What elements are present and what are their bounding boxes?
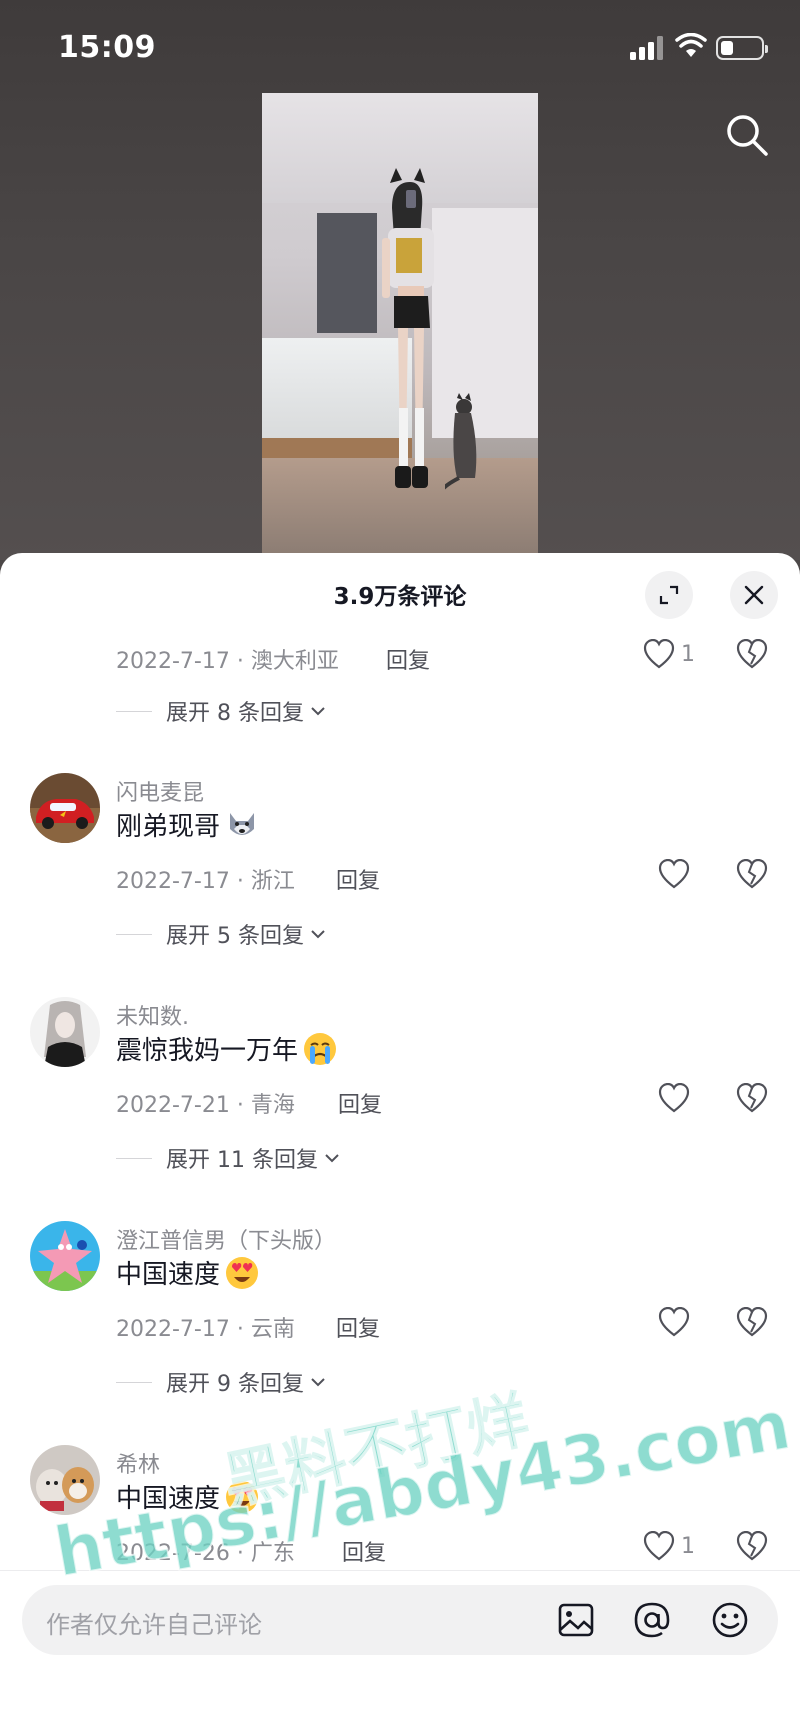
- like-button[interactable]: 1: [643, 1531, 695, 1561]
- expand-replies-label: 展开 8 条回复: [166, 701, 304, 726]
- mention-icon[interactable]: [632, 1600, 672, 1640]
- status-bar: 15:09: [0, 0, 800, 95]
- image-icon[interactable]: [556, 1600, 596, 1640]
- signal-icon: [630, 36, 666, 60]
- comment-username[interactable]: 澄江普信男（下头版）: [116, 1223, 336, 1255]
- expand-replies[interactable]: 展开 8 条回复: [116, 695, 326, 727]
- chevron-down-icon: [311, 707, 325, 716]
- dislike-icon[interactable]: [736, 639, 768, 669]
- dislike-icon[interactable]: [736, 859, 768, 889]
- input-divider: [0, 1570, 800, 1571]
- heart-icon: [643, 639, 675, 669]
- person-figure: [382, 168, 434, 488]
- reply-button[interactable]: 回复: [342, 1535, 386, 1567]
- comments-panel: 3.9万条评论 2022-7-17 · 澳大利亚 回复 1 展开 8 条回复 闪…: [0, 553, 800, 1731]
- expand-replies[interactable]: 展开 9 条回复: [116, 1366, 326, 1398]
- like-button[interactable]: [658, 1307, 690, 1337]
- panel-header: 3.9万条评论: [0, 553, 800, 633]
- comment-meta: 2022-7-21 · 青海: [116, 1093, 295, 1118]
- comment-text: 震惊我妈一万年: [116, 1030, 338, 1067]
- expand-replies-label: 展开 9 条回复: [166, 1372, 304, 1397]
- comment-username[interactable]: 未知数.: [116, 999, 189, 1031]
- chevron-down-icon: [325, 1154, 339, 1163]
- avatar[interactable]: [30, 1445, 100, 1515]
- dislike-icon[interactable]: [736, 1307, 768, 1337]
- dog-avatar-icon: [30, 1445, 100, 1515]
- reply-button[interactable]: 回复: [336, 1311, 380, 1343]
- expand-replies[interactable]: 展开 5 条回复: [116, 918, 326, 950]
- dislike-icon[interactable]: [736, 1531, 768, 1561]
- comment-text: 中国速度: [116, 1254, 260, 1291]
- chevron-down-icon: [311, 930, 325, 939]
- reply-button[interactable]: 回复: [336, 863, 380, 895]
- comment-text: 中国速度: [116, 1478, 260, 1515]
- avatar[interactable]: [30, 997, 100, 1067]
- dislike-icon[interactable]: [736, 1083, 768, 1113]
- heart-icon: [658, 1083, 690, 1113]
- comment-text-content: 震惊我妈一万年: [116, 1036, 299, 1066]
- heart-icon: [643, 1531, 675, 1561]
- status-time: 15:09: [58, 30, 156, 65]
- video-thumbnail[interactable]: [262, 93, 538, 560]
- battery-icon: [716, 36, 768, 60]
- comment-input-placeholder: 作者仅允许自己评论: [46, 1611, 262, 1639]
- expand-replies-label: 展开 11 条回复: [166, 1148, 318, 1173]
- cat-figure: [445, 393, 477, 490]
- comment-meta: 2022-7-17 · 云南: [116, 1317, 295, 1342]
- comment-text-content: 中国速度: [116, 1484, 221, 1514]
- wifi-icon: [675, 33, 707, 57]
- close-button[interactable]: [730, 571, 778, 619]
- heart-eyes-emoji-icon: [226, 1256, 259, 1289]
- comment-input-bar[interactable]: 作者仅允许自己评论: [22, 1585, 778, 1655]
- like-button[interactable]: 1: [643, 639, 695, 669]
- comment-meta: 2022-7-26 · 广东: [116, 1541, 295, 1566]
- close-icon: [744, 585, 764, 605]
- avatar[interactable]: [30, 1221, 100, 1291]
- video-background[interactable]: 15:09: [0, 0, 800, 560]
- search-icon[interactable]: [722, 110, 772, 160]
- comment-text-content: 中国速度: [116, 1260, 221, 1290]
- comment-username[interactable]: 希林: [116, 1447, 160, 1479]
- expand-icon: [659, 585, 679, 605]
- comment-username[interactable]: 闪电麦昆: [116, 775, 204, 807]
- avatar[interactable]: [30, 773, 100, 843]
- reply-button[interactable]: 回复: [386, 643, 430, 675]
- crying-emoji-icon: [304, 1032, 337, 1065]
- like-button[interactable]: [658, 859, 690, 889]
- expand-replies[interactable]: 展开 11 条回复: [116, 1142, 340, 1174]
- emoji-icon[interactable]: [710, 1600, 750, 1640]
- wolf-emoji-icon: [230, 812, 255, 835]
- like-button[interactable]: [658, 1083, 690, 1113]
- expand-replies-label: 展开 5 条回复: [166, 924, 304, 949]
- heart-icon: [658, 1307, 690, 1337]
- chevron-down-icon: [311, 1378, 325, 1387]
- expand-panel-button[interactable]: [645, 571, 693, 619]
- comment-text-content: 刚弟现哥: [116, 812, 221, 842]
- like-count: 1: [681, 641, 695, 667]
- comment-meta: 2022-7-17 · 澳大利亚: [116, 649, 339, 674]
- girl-avatar-icon: [30, 997, 100, 1067]
- heart-eyes-emoji-icon: [226, 1480, 259, 1513]
- car-avatar-icon: [30, 773, 100, 843]
- starfish-avatar-icon: [30, 1221, 100, 1291]
- heart-icon: [658, 859, 690, 889]
- comment-meta: 2022-7-17 · 浙江: [116, 869, 295, 894]
- like-count: 1: [681, 1533, 695, 1559]
- comment-text: 刚弟现哥: [116, 806, 260, 843]
- reply-button[interactable]: 回复: [338, 1087, 382, 1119]
